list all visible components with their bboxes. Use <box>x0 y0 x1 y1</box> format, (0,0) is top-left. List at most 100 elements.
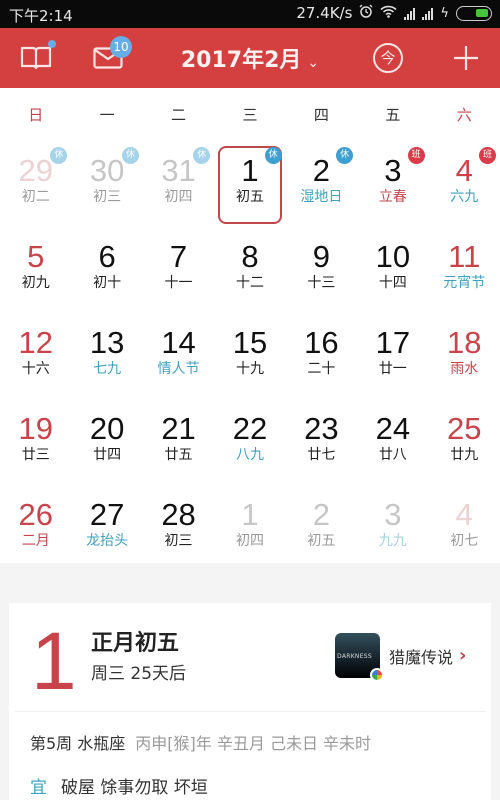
day-number: 16 <box>304 325 339 360</box>
wifi-icon <box>380 4 397 22</box>
week-info: 第5周 水瓶座 丙申[猴]年 辛丑月 己未日 辛未时 <box>30 730 371 754</box>
calendar-day[interactable]: 24 廿八 <box>357 398 428 484</box>
day-number: 1 <box>241 497 259 532</box>
weekday-label: 三 <box>242 105 258 124</box>
calendar-day[interactable]: 4 初七 <box>429 484 500 570</box>
lunar-label: 七九 <box>93 361 122 377</box>
calendar-day[interactable]: 6 初十 <box>71 226 142 312</box>
plus-icon <box>454 46 478 70</box>
calendar-week-row: 26 二月 27 龙抬头 28 初三 1 初四 2 初五 3 九九 4 初七 <box>0 484 500 570</box>
workday-badge: 班 <box>407 147 425 164</box>
calendar-day[interactable]: 3 九九 <box>357 484 428 570</box>
day-number: 5 <box>27 239 45 274</box>
day-number: 15 <box>232 325 268 360</box>
day-number: 3 <box>384 497 402 532</box>
calendar-day[interactable]: 2 湿地日休 <box>286 140 357 226</box>
lunar-label: 十四 <box>378 275 407 291</box>
day-number: 20 <box>89 411 125 446</box>
calendar-day[interactable]: 22 八九 <box>214 398 285 484</box>
alarm-icon <box>359 4 373 22</box>
lunar-label: 十九 <box>235 361 264 377</box>
yi-label: 宜 <box>30 778 47 798</box>
status-time: 下午2:14 <box>9 7 73 25</box>
add-event-button[interactable] <box>448 28 484 88</box>
calendar-day[interactable]: 12 十六 <box>0 312 71 398</box>
calendar-day[interactable]: 28 初三 <box>143 484 214 570</box>
calendar-day[interactable]: 27 龙抬头 <box>71 484 142 570</box>
day-number: 28 <box>161 497 196 532</box>
calendar-day[interactable]: 4 六九班 <box>429 140 500 226</box>
lunar-label: 十一 <box>164 275 193 291</box>
divider <box>15 711 485 712</box>
lunar-label: 廿三 <box>21 447 50 463</box>
weekday-countdown: 周三 25天后 <box>91 664 187 684</box>
calendar-day[interactable]: 19 廿三 <box>0 398 71 484</box>
calendar-week-row: 19 廿三 20 廿四 21 廿五 22 八九 23 廿七 24 廿八 25 廿九 <box>0 398 500 484</box>
charging-icon: ϟ <box>440 5 449 21</box>
calendar-day[interactable]: 8 十二 <box>214 226 285 312</box>
yi-items: 破屋 馀事勿取 坏垣 <box>61 778 208 798</box>
lunar-date: 正月初五 <box>91 631 180 656</box>
calendar-day[interactable]: 2 初五 <box>286 484 357 570</box>
day-number: 27 <box>89 497 125 532</box>
calendar-day[interactable]: 1 初四 <box>214 484 285 570</box>
lunar-label: 廿九 <box>450 447 479 463</box>
day-detail-card[interactable]: 1 正月初五 周三 25天后 DARKNESS 猎魔传说 › 第5周 水瓶座 丙申… <box>9 603 491 800</box>
calendar-day[interactable]: 25 廿九 <box>429 398 500 484</box>
today-button[interactable]: 今 <box>371 28 405 88</box>
calendar-day[interactable]: 7 十一 <box>143 226 214 312</box>
promo-link[interactable]: DARKNESS 猎魔传说 › <box>335 633 467 682</box>
calendar-day[interactable]: 9 十三 <box>286 226 357 312</box>
day-number: 4 <box>455 497 473 532</box>
calendar-day[interactable]: 29 初二休 <box>0 140 71 226</box>
calendar-week-row: 29 初二休 30 初三休 31 初四休 1 初五休 2 湿地日休 3 立春班 4 六九班 <box>0 140 500 226</box>
lunar-label: 湿地日 <box>300 189 343 205</box>
calendar-day[interactable]: 5 初九 <box>0 226 71 312</box>
lunar-label: 情人节 <box>157 361 200 377</box>
calendar-day[interactable]: 20 廿四 <box>71 398 142 484</box>
day-number: 19 <box>18 411 53 446</box>
calendar-month-view: 日一二三四五六 29 初二休 30 初三休 31 初四休 1 初五休 2 湿地日休 3 立春班 4 六九班… <box>0 88 500 563</box>
day-number: 24 <box>375 411 411 446</box>
day-number: 2 <box>312 497 331 532</box>
lunar-label: 六九 <box>450 189 479 205</box>
calendar-day[interactable]: 30 初三休 <box>71 140 142 226</box>
weekday-label: 一 <box>99 105 115 124</box>
chevron-down-icon: ⌄ <box>307 55 320 71</box>
day-number: 21 <box>161 411 196 446</box>
lunar-label: 二十 <box>307 361 336 377</box>
day-number: 18 <box>447 325 482 360</box>
calendar-day[interactable]: 21 廿五 <box>143 398 214 484</box>
thumbnail-text: DARKNESS <box>337 653 373 660</box>
calendar-day[interactable]: 16 二十 <box>286 312 357 398</box>
network-speed: 27.4K/s <box>296 4 353 22</box>
calendar-day[interactable]: 17 廿一 <box>357 312 428 398</box>
calendar-day[interactable]: 13 七九 <box>71 312 142 398</box>
day-number: 13 <box>89 325 125 360</box>
selected-day-number: 1 <box>31 616 77 707</box>
today-icon: 今 <box>373 43 403 73</box>
holiday-rest-badge: 休 <box>336 147 354 164</box>
calendar-day[interactable]: 26 二月 <box>0 484 71 570</box>
calendar-day[interactable]: 10 十四 <box>357 226 428 312</box>
day-number: 10 <box>375 239 411 274</box>
calendar-day[interactable]: 31 初四休 <box>143 140 214 226</box>
calendar-week-row: 12 十六 13 七九 14 情人节 15 十九 16 二十 17 廿一 18 雨水 <box>0 312 500 398</box>
lunar-label: 初四 <box>235 533 264 549</box>
calendar-grid: 29 初二休 30 初三休 31 初四休 1 初五休 2 湿地日休 3 立春班 4 六九班 5 初九 6 初十 7 十… <box>0 140 500 570</box>
status-bar: 下午2:14 27.4K/s ϟ <box>0 0 500 28</box>
calendar-day[interactable]: 11 元宵节 <box>429 226 500 312</box>
lunar-label: 初七 <box>450 533 479 549</box>
lunar-label: 二月 <box>21 533 50 549</box>
calendar-day-selected[interactable]: 1 初五休 <box>214 140 285 226</box>
chevron-right-icon: › <box>459 645 467 666</box>
calendar-day[interactable]: 14 情人节 <box>143 312 214 398</box>
calendar-day[interactable]: 15 十九 <box>214 312 285 398</box>
calendar-day[interactable]: 3 立春班 <box>357 140 428 226</box>
weekday-label: 六 <box>456 105 472 124</box>
month-selector[interactable]: 2017年2月 ⌄ <box>0 42 500 74</box>
page-title: 2017年2月 <box>180 48 302 73</box>
calendar-day[interactable]: 18 雨水 <box>429 312 500 398</box>
calendar-day[interactable]: 23 廿七 <box>286 398 357 484</box>
lunar-label: 元宵节 <box>443 275 486 291</box>
